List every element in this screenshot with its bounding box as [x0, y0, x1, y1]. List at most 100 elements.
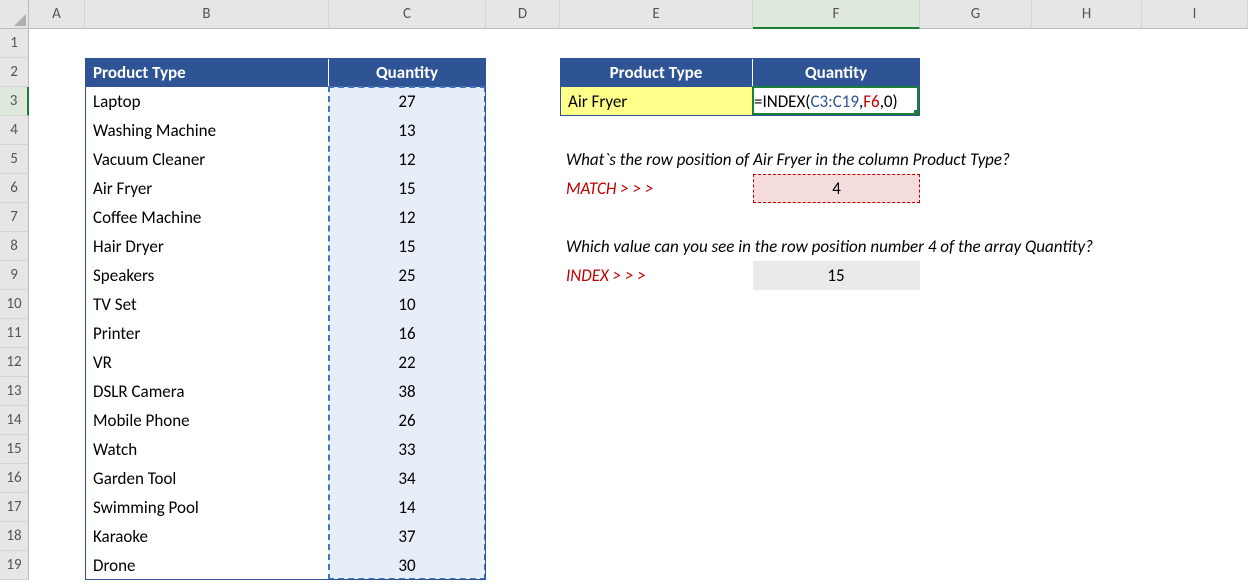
- cell-F4[interactable]: [753, 116, 920, 145]
- cell-G8[interactable]: [920, 232, 1032, 261]
- cell-D5[interactable]: [486, 145, 560, 174]
- cell-G6[interactable]: [920, 174, 1032, 203]
- cell-F8[interactable]: [753, 232, 920, 261]
- row-head-10[interactable]: 10: [0, 290, 29, 319]
- cell-H19[interactable]: [1032, 551, 1142, 580]
- cell-E14[interactable]: [560, 406, 753, 435]
- cell-H16[interactable]: [1032, 464, 1142, 493]
- table-row-name[interactable]: Speakers: [85, 261, 329, 290]
- cell-D15[interactable]: [486, 435, 560, 464]
- cell-E4[interactable]: [560, 116, 753, 145]
- cell-A16[interactable]: [29, 464, 85, 493]
- cell-B1[interactable]: [85, 29, 329, 58]
- cell-A7[interactable]: [29, 203, 85, 232]
- cell-I17[interactable]: [1142, 493, 1248, 522]
- table-row-qty[interactable]: 37: [329, 522, 486, 551]
- cell-H2[interactable]: [1032, 58, 1142, 87]
- cell-H15[interactable]: [1032, 435, 1142, 464]
- row-head-14[interactable]: 14: [0, 406, 29, 435]
- cell-H4[interactable]: [1032, 116, 1142, 145]
- cell-F14[interactable]: [753, 406, 920, 435]
- cell-H18[interactable]: [1032, 522, 1142, 551]
- cell-F12[interactable]: [753, 348, 920, 377]
- cell-A2[interactable]: [29, 58, 85, 87]
- cell-I19[interactable]: [1142, 551, 1248, 580]
- row-head-3[interactable]: 3: [0, 87, 29, 116]
- table-row-qty[interactable]: 25: [329, 261, 486, 290]
- col-head-E[interactable]: E: [560, 0, 753, 29]
- cell-D1[interactable]: [486, 29, 560, 58]
- table-row-name[interactable]: DSLR Camera: [85, 377, 329, 406]
- cell-F1[interactable]: [753, 29, 920, 58]
- cell-I8[interactable]: [1142, 232, 1248, 261]
- cell-A1[interactable]: [29, 29, 85, 58]
- table-row-name[interactable]: Mobile Phone: [85, 406, 329, 435]
- cell-A19[interactable]: [29, 551, 85, 580]
- cell-D9[interactable]: [486, 261, 560, 290]
- cell-I1[interactable]: [1142, 29, 1248, 58]
- cell-G13[interactable]: [920, 377, 1032, 406]
- cell-G9[interactable]: [920, 261, 1032, 290]
- cell-F15[interactable]: [753, 435, 920, 464]
- cell-H12[interactable]: [1032, 348, 1142, 377]
- row-head-18[interactable]: 18: [0, 522, 29, 551]
- table-row-name[interactable]: Swimming Pool: [85, 493, 329, 522]
- cell-I2[interactable]: [1142, 58, 1248, 87]
- cell-D11[interactable]: [486, 319, 560, 348]
- table-row-name[interactable]: Hair Dryer: [85, 232, 329, 261]
- cell-G11[interactable]: [920, 319, 1032, 348]
- table-header-product-type[interactable]: Product Type: [85, 58, 329, 87]
- cell-G19[interactable]: [920, 551, 1032, 580]
- cell-A6[interactable]: [29, 174, 85, 203]
- row-head-4[interactable]: 4: [0, 116, 29, 145]
- cell-A5[interactable]: [29, 145, 85, 174]
- cell-D12[interactable]: [486, 348, 560, 377]
- cell-A12[interactable]: [29, 348, 85, 377]
- cell-D14[interactable]: [486, 406, 560, 435]
- cell-I3[interactable]: [1142, 87, 1248, 116]
- cell-I14[interactable]: [1142, 406, 1248, 435]
- cell-D13[interactable]: [486, 377, 560, 406]
- col-head-C[interactable]: C: [329, 0, 486, 29]
- table-row-name[interactable]: Air Fryer: [85, 174, 329, 203]
- lookup-value[interactable]: Air Fryer: [560, 87, 753, 116]
- cell-I6[interactable]: [1142, 174, 1248, 203]
- cell-G15[interactable]: [920, 435, 1032, 464]
- row-head-12[interactable]: 12: [0, 348, 29, 377]
- table-row-name[interactable]: Drone: [85, 551, 329, 580]
- col-head-A[interactable]: A: [29, 0, 85, 29]
- cell-F19[interactable]: [753, 551, 920, 580]
- cell-A17[interactable]: [29, 493, 85, 522]
- col-head-G[interactable]: G: [920, 0, 1032, 29]
- cell-H9[interactable]: [1032, 261, 1142, 290]
- cell-A3[interactable]: [29, 87, 85, 116]
- cell-G7[interactable]: [920, 203, 1032, 232]
- cell-I10[interactable]: [1142, 290, 1248, 319]
- cell-I13[interactable]: [1142, 377, 1248, 406]
- row-head-1[interactable]: 1: [0, 29, 29, 58]
- cell-I12[interactable]: [1142, 348, 1248, 377]
- cell-G17[interactable]: [920, 493, 1032, 522]
- row-head-5[interactable]: 5: [0, 145, 29, 174]
- table-row-name[interactable]: Printer: [85, 319, 329, 348]
- cell-G4[interactable]: [920, 116, 1032, 145]
- cell-G5[interactable]: [920, 145, 1032, 174]
- row-head-8[interactable]: 8: [0, 232, 29, 261]
- cell-H17[interactable]: [1032, 493, 1142, 522]
- cell-F13[interactable]: [753, 377, 920, 406]
- col-head-D[interactable]: D: [486, 0, 560, 29]
- cell-F16[interactable]: [753, 464, 920, 493]
- table-row-name[interactable]: Karaoke: [85, 522, 329, 551]
- cell-I11[interactable]: [1142, 319, 1248, 348]
- table-row-name[interactable]: Laptop: [85, 87, 329, 116]
- cell-A18[interactable]: [29, 522, 85, 551]
- table-row-qty[interactable]: 22: [329, 348, 486, 377]
- table-row-qty[interactable]: 16: [329, 319, 486, 348]
- cell-D8[interactable]: [486, 232, 560, 261]
- cell-E10[interactable]: [560, 290, 753, 319]
- cell-E18[interactable]: [560, 522, 753, 551]
- cell-D3[interactable]: [486, 87, 560, 116]
- table-row-qty[interactable]: 15: [329, 232, 486, 261]
- cell-A15[interactable]: [29, 435, 85, 464]
- col-head-H[interactable]: H: [1032, 0, 1142, 29]
